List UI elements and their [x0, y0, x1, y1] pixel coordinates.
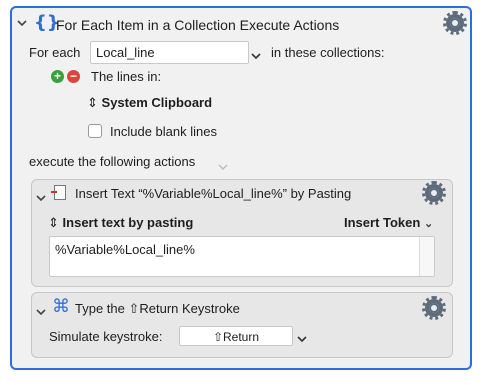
insert-text-collapse-chevron-icon[interactable]: [36, 190, 46, 205]
keystroke-dropdown-chevron-icon[interactable]: [297, 331, 307, 346]
up-down-chevron-icon: ⇕: [48, 215, 59, 230]
action-title: For Each Item in a Collection Execute Ac…: [56, 17, 340, 33]
simulate-keystroke-label: Simulate keystroke:: [49, 329, 163, 344]
minus-circle-icon[interactable]: −: [67, 70, 80, 83]
gear-icon[interactable]: [443, 11, 467, 35]
keystroke-value: ⇧Return: [212, 330, 260, 344]
curly-braces-icon: {}: [34, 12, 60, 33]
gear-icon[interactable]: [422, 296, 446, 320]
insert-text-value: %Variable%Local_line%: [55, 242, 195, 257]
execute-label: execute the following actions: [29, 154, 196, 169]
insert-token-button[interactable]: Insert Token ⌄: [344, 215, 433, 232]
gear-icon[interactable]: [422, 181, 446, 205]
variable-name-field[interactable]: Local_line: [90, 41, 249, 64]
chevron-down-icon: ⌄: [423, 218, 434, 230]
collection-source-popup[interactable]: ⇕ System Clipboard: [87, 95, 212, 111]
include-blank-lines-checkbox[interactable]: [88, 124, 102, 138]
insert-token-label: Insert Token: [344, 215, 421, 230]
collection-source-value: System Clipboard: [101, 95, 213, 110]
variable-name-value: Local_line: [96, 45, 155, 60]
insert-text-title: Insert Text “%Variable%Local_line%” by P…: [75, 186, 352, 201]
keystroke-field[interactable]: ⇧Return: [179, 326, 293, 346]
plus-circle-icon[interactable]: +: [51, 70, 64, 83]
include-blank-lines-label: Include blank lines: [110, 124, 217, 139]
collapse-chevron-icon[interactable]: [17, 18, 27, 30]
insert-mode-value: Insert text by pasting: [62, 215, 194, 230]
keystroke-title: Type the ⇧Return Keystroke: [75, 301, 240, 316]
for-each-label: For each: [29, 45, 81, 60]
keystroke-collapse-chevron-icon[interactable]: [36, 304, 46, 319]
collection-label: The lines in:: [91, 69, 162, 84]
command-key-icon: ⌘: [52, 296, 70, 317]
scrollbar[interactable]: [419, 237, 434, 276]
document-icon: [51, 185, 66, 200]
insert-mode-popup[interactable]: ⇕ Insert text by pasting: [48, 215, 193, 231]
in-collections-label: in these collections:: [271, 45, 385, 60]
execute-chevron-icon[interactable]: [218, 159, 228, 174]
up-down-chevron-icon: ⇕: [87, 95, 98, 110]
insert-text-field[interactable]: %Variable%Local_line%: [49, 236, 435, 277]
variable-dropdown-chevron-icon[interactable]: [251, 48, 261, 63]
